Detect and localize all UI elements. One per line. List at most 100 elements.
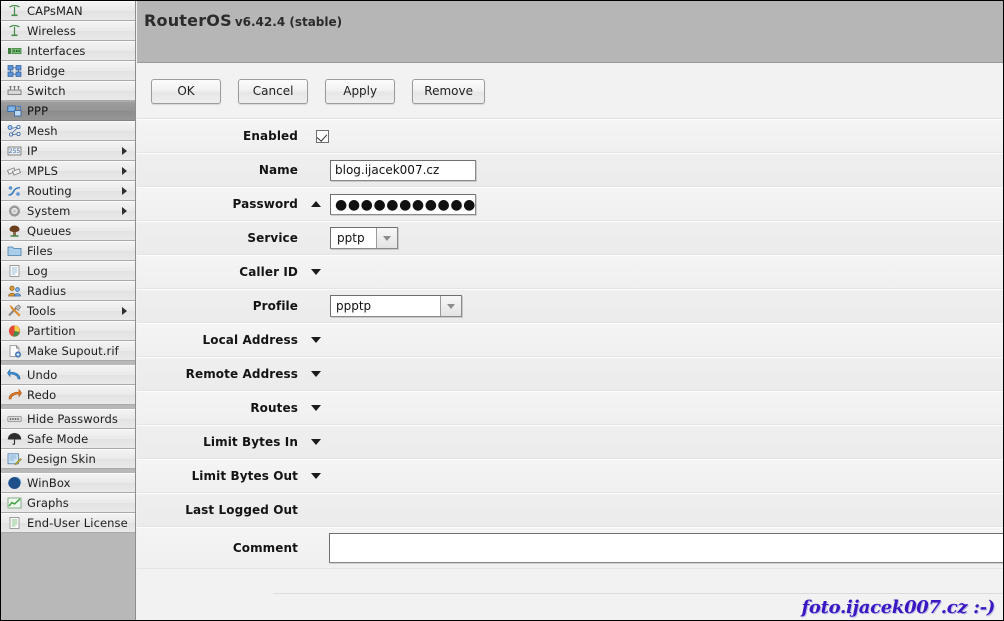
watermark: foto.ijacek007.cz :-) [801,597,995,618]
limit-bytes-in-label: Limit Bytes In [137,435,307,449]
sidebar-item-make-supout-rif[interactable]: Make Supout.rif [1,341,135,361]
sidebar-item-bridge[interactable]: Bridge [1,61,135,81]
sidebar-item-interfaces[interactable]: Interfaces [1,41,135,61]
sidebar-group: WinBox Graphs End-User License [1,473,135,533]
sidebar-item-switch[interactable]: Switch [1,81,135,101]
sidebar-item-ip[interactable]: 255IP [1,141,135,161]
limit-bytes-out-expander-down-icon[interactable] [311,473,321,479]
remote-address-expander-down-icon[interactable] [311,371,321,377]
sidebar-item-label: Log [27,264,48,278]
sidebar-item-routing[interactable]: Routing [1,181,135,201]
sidebar-item-label: System [27,204,70,218]
radius-icon [7,284,22,298]
page-title: RouterOSv6.42.4 (stable) [144,11,342,30]
name-input[interactable]: blog.ijacek007.cz [330,160,476,181]
sidebar-item-label: Tools [27,304,56,318]
password-input[interactable]: ●●●●●●●●●●●●●●●● [330,194,476,215]
comment-input[interactable] [329,533,1004,563]
sidebar-item-partition[interactable]: Partition [1,321,135,341]
row-profile: Profile ppptp [137,289,1004,323]
sidebar-item-undo[interactable]: Undo [1,365,135,385]
sidebar-item-label: MPLS [27,164,58,178]
profile-chevron-down-icon[interactable] [440,296,461,316]
row-caller-id: Caller ID [137,255,1004,289]
switch-icon [7,84,22,98]
undo-icon [7,368,22,382]
service-select-value: pptp [331,228,376,248]
enabled-checkbox[interactable] [316,130,329,143]
bridge-icon [7,64,22,78]
password-label: Password [137,197,307,211]
sidebar-item-safe-mode[interactable]: Safe Mode [1,429,135,449]
password-expander-up-icon[interactable] [311,201,321,207]
row-limit-bytes-in: Limit Bytes In [137,425,1004,459]
service-select[interactable]: pptp [330,227,398,249]
license-icon [7,516,22,530]
remove-button[interactable]: Remove [412,79,485,104]
chevron-right-icon[interactable] [122,307,127,315]
ip-icon: 255 [7,144,22,158]
sidebar-item-mpls[interactable]: MPLS [1,161,135,181]
profile-select[interactable]: ppptp [330,295,462,317]
ok-button[interactable]: OK [151,79,221,104]
wireless-icon [7,24,22,38]
sidebar-item-end-user-license[interactable]: End-User License [1,513,135,533]
chevron-right-icon[interactable] [122,147,127,155]
profile-select-value: ppptp [331,296,440,316]
sidebar-item-mesh[interactable]: Mesh [1,121,135,141]
queues-icon [7,224,22,238]
sidebar-item-tools[interactable]: Tools [1,301,135,321]
routes-expander-down-icon[interactable] [311,405,321,411]
limit-bytes-out-label: Limit Bytes Out [137,469,307,483]
sidebar-item-ppp[interactable]: PPP [1,101,135,121]
sidebar-item-queues[interactable]: Queues [1,221,135,241]
row-last-logged-out: Last Logged Out [137,493,1004,527]
sidebar-item-label: Queues [27,224,71,238]
hide-passwords-icon [7,412,22,426]
cancel-button[interactable]: Cancel [238,79,308,104]
row-remote-address: Remote Address [137,357,1004,391]
sidebar-item-label: Wireless [27,24,76,38]
sidebar-item-design-skin[interactable]: Design Skin [1,449,135,469]
apply-button[interactable]: Apply [325,79,395,104]
service-chevron-down-icon[interactable] [376,228,397,248]
partition-icon [7,324,22,338]
sidebar-item-label: CAPsMAN [27,4,83,18]
sidebar-item-files[interactable]: Files [1,241,135,261]
sidebar-item-label: Switch [27,84,66,98]
row-name: Name blog.ijacek007.cz [137,153,1004,187]
sidebar-item-graphs[interactable]: Graphs [1,493,135,513]
remote-address-label: Remote Address [137,367,307,381]
sidebar-item-label: Undo [27,368,57,382]
sidebar-item-label: Make Supout.rif [27,344,119,358]
sidebar-item-radius[interactable]: Radius [1,281,135,301]
system-icon [7,204,22,218]
sidebar-item-log[interactable]: Log [1,261,135,281]
sidebar-item-label: WinBox [27,476,71,490]
row-local-address: Local Address [137,323,1004,357]
routes-label: Routes [137,401,307,415]
limit-bytes-in-expander-down-icon[interactable] [311,439,321,445]
log-icon [7,264,22,278]
main-area: RouterOSv6.42.4 (stable) OK Cancel Apply… [137,1,1004,621]
profile-label: Profile [137,299,307,313]
sidebar-item-system[interactable]: System [1,201,135,221]
chevron-right-icon[interactable] [122,207,127,215]
local-address-expander-down-icon[interactable] [311,337,321,343]
chevron-right-icon[interactable] [122,167,127,175]
service-label: Service [137,231,307,245]
sidebar-group: Undo Redo [1,365,135,405]
redo-icon [7,388,22,402]
sidebar-item-label: Bridge [27,64,65,78]
sidebar-item-redo[interactable]: Redo [1,385,135,405]
design-skin-icon [7,452,22,466]
sidebar-group: CAPsMAN Wireless Interfaces Bridge Switch PPP… [1,1,135,361]
caller-id-label: Caller ID [137,265,307,279]
sidebar-item-capsman[interactable]: CAPsMAN [1,1,135,21]
sidebar-item-hide-passwords[interactable]: Hide Passwords [1,409,135,429]
sidebar-item-wireless[interactable]: Wireless [1,21,135,41]
sidebar-item-label: End-User License [27,516,128,530]
caller-id-expander-down-icon[interactable] [311,269,321,275]
chevron-right-icon[interactable] [122,187,127,195]
sidebar-item-winbox[interactable]: WinBox [1,473,135,493]
